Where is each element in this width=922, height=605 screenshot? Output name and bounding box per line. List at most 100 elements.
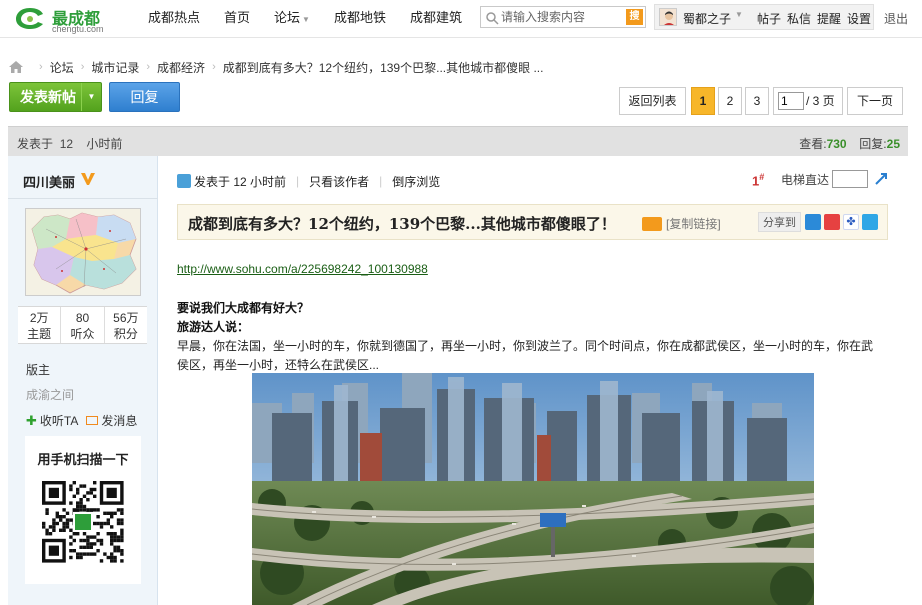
author-stats: 2万 主题 80 听众 56万 积分: [18, 306, 147, 344]
new-post-label: 发表新帖: [20, 89, 76, 105]
user-links: 帖子 私信 提醒 设置: [757, 10, 871, 27]
stat-listeners[interactable]: 80 听众: [60, 307, 103, 343]
nav-item-forum[interactable]: 论坛 ▼: [262, 0, 322, 38]
nav-label: 首页: [224, 10, 251, 25]
post-title: 成都到底有多大？12个纽约，139个巴黎...其他城市都傻眼了！: [188, 215, 616, 233]
city-interchange-image: [252, 373, 814, 605]
mail-icon: [86, 416, 99, 425]
share-weibo-icon[interactable]: [824, 214, 840, 230]
site-logo[interactable]: 最成都 chengtu.com: [14, 2, 114, 36]
page-3[interactable]: 3: [745, 87, 769, 115]
breadcrumb-current[interactable]: 成都到底有多大？12个纽约，139个巴黎...其他城市都傻眼 ...: [223, 59, 544, 76]
floor-jump-input[interactable]: [832, 170, 869, 188]
share-qzone-icon[interactable]: [805, 214, 821, 230]
home-icon[interactable]: [8, 60, 24, 74]
user-avatar[interactable]: [659, 8, 677, 26]
user-link-notifications[interactable]: 提醒: [817, 10, 841, 27]
author-avatar-map[interactable]: [25, 208, 141, 296]
user-link-posts[interactable]: 帖子: [757, 10, 781, 27]
search-input[interactable]: [501, 9, 623, 25]
logo-sub: chengtu.com: [52, 24, 104, 34]
user-link-messages[interactable]: 私信: [787, 10, 811, 27]
message-link[interactable]: 发消息: [101, 412, 137, 429]
next-page-button[interactable]: 下一页: [847, 87, 903, 115]
floor-mark: #: [759, 172, 765, 182]
stat-label: 听众: [70, 327, 95, 341]
separator: |: [379, 174, 383, 188]
share-baidu-icon[interactable]: ✤: [843, 214, 859, 230]
plus-icon: ✚: [26, 412, 37, 428]
posted-label: 发表于: [17, 137, 54, 151]
caret-down-icon: ▼: [302, 15, 310, 24]
reverse-order-link[interactable]: 倒序浏览: [392, 173, 440, 190]
pagination: 返回列表 1 2 3 / 3 页 下一页: [619, 87, 903, 115]
share-bar: 分享到 ✤: [758, 212, 881, 232]
search-button[interactable]: 搜: [626, 9, 643, 25]
breadcrumb-item[interactable]: 城市记录: [91, 59, 139, 76]
views-label: 查看:: [799, 137, 827, 151]
post-meta: 发表于 12 小时前 | 只看该作者 | 倒序浏览: [177, 172, 440, 190]
page-2[interactable]: 2: [718, 87, 742, 115]
follow-link[interactable]: 收听TA: [40, 412, 78, 429]
floor-number: 1#: [752, 172, 764, 188]
hot-icon: [642, 216, 662, 231]
user-card-icon: [177, 174, 191, 188]
share-tencent-icon[interactable]: [862, 214, 878, 230]
reply-button[interactable]: 回复: [109, 82, 180, 112]
stat-points[interactable]: 56万 积分: [103, 307, 147, 343]
post-subheading: 旅游达人说：: [177, 320, 250, 334]
breadcrumb-item[interactable]: 成都经济: [157, 59, 205, 76]
post-source-link[interactable]: http://www.sohu.com/a/225698242_10013098…: [177, 262, 428, 276]
posted-value: 12: [59, 137, 74, 151]
stat-value: 80: [75, 311, 90, 325]
caret-down-icon[interactable]: ▼: [735, 10, 743, 19]
thread-posted-time: 发表于 12 小时前: [17, 135, 122, 152]
qr-title: 用手机扫描一下: [37, 452, 129, 467]
stat-label: 积分: [113, 327, 138, 341]
logout-link[interactable]: 退出: [884, 10, 908, 27]
thread-header-bar: 发表于 12 小时前 查看:730 回复:25: [8, 126, 908, 156]
dropdown-arrow-icon[interactable]: ▼: [81, 83, 101, 111]
stat-topics[interactable]: 2万 主题: [18, 307, 60, 343]
post-photo-chengdu-skyline[interactable]: [252, 373, 814, 605]
nav-item-home[interactable]: 首页: [212, 0, 262, 38]
search-icon: [486, 12, 499, 25]
nav-item-hot[interactable]: 成都热点: [136, 0, 212, 38]
user-link-settings[interactable]: 设置: [847, 10, 871, 27]
floor-jump-label: 电梯直达: [781, 172, 830, 187]
page-total: / 3 页: [806, 94, 835, 108]
nav-label: 成都热点: [148, 10, 201, 25]
only-author-link[interactable]: 只看该作者: [309, 173, 369, 190]
divider: [8, 198, 158, 199]
breadcrumb: › 论坛 › 城市记录 › 成都经济 › 成都到底有多大？12个纽约，139个巴…: [8, 58, 543, 76]
back-to-list-button[interactable]: 返回列表: [619, 87, 686, 115]
search-box: 搜: [480, 6, 646, 28]
copy-link[interactable]: [复制链接]: [642, 215, 721, 232]
chevron-right-icon: ›: [146, 61, 151, 73]
post-posted-time: 发表于 12 小时前: [194, 174, 287, 189]
page-1[interactable]: 1: [691, 87, 715, 115]
page-jump: / 3 页: [773, 87, 843, 115]
nav-label: 论坛: [274, 10, 301, 25]
nav-item-architecture[interactable]: 成都建筑: [398, 0, 474, 38]
user-name[interactable]: 蜀都之子: [683, 10, 731, 27]
breadcrumb-item[interactable]: 论坛: [50, 59, 74, 76]
nav-label: 成都建筑: [409, 10, 462, 25]
nav-item-metro[interactable]: 成都地铁: [322, 0, 398, 38]
user-box: 蜀都之子 ▼ 帖子 私信 提醒 设置: [654, 4, 874, 30]
verified-v-icon: [81, 173, 95, 185]
avatar-icon: [660, 9, 676, 25]
author-rank[interactable]: 版主: [26, 361, 50, 378]
go-arrow-icon[interactable]: [873, 171, 889, 187]
chevron-right-icon: ›: [39, 61, 43, 73]
page-number-input[interactable]: [778, 92, 804, 110]
posted-unit: 小时前: [86, 137, 123, 151]
chevron-right-icon: ›: [212, 61, 216, 73]
views-count: 730: [826, 137, 847, 151]
stat-label: 主题: [27, 327, 52, 341]
author-sidebar: 四川美丽 2万 主题 80 听众 56万 积分 版主 成渝之间 ✚ 收听TA 发…: [8, 156, 158, 605]
post-heading: 要说我们大成都有好大？: [177, 301, 310, 315]
new-post-button[interactable]: 发表新帖 ▼: [9, 82, 102, 112]
copy-link-label: [复制链接]: [666, 217, 721, 231]
author-name[interactable]: 四川美丽: [23, 172, 75, 191]
